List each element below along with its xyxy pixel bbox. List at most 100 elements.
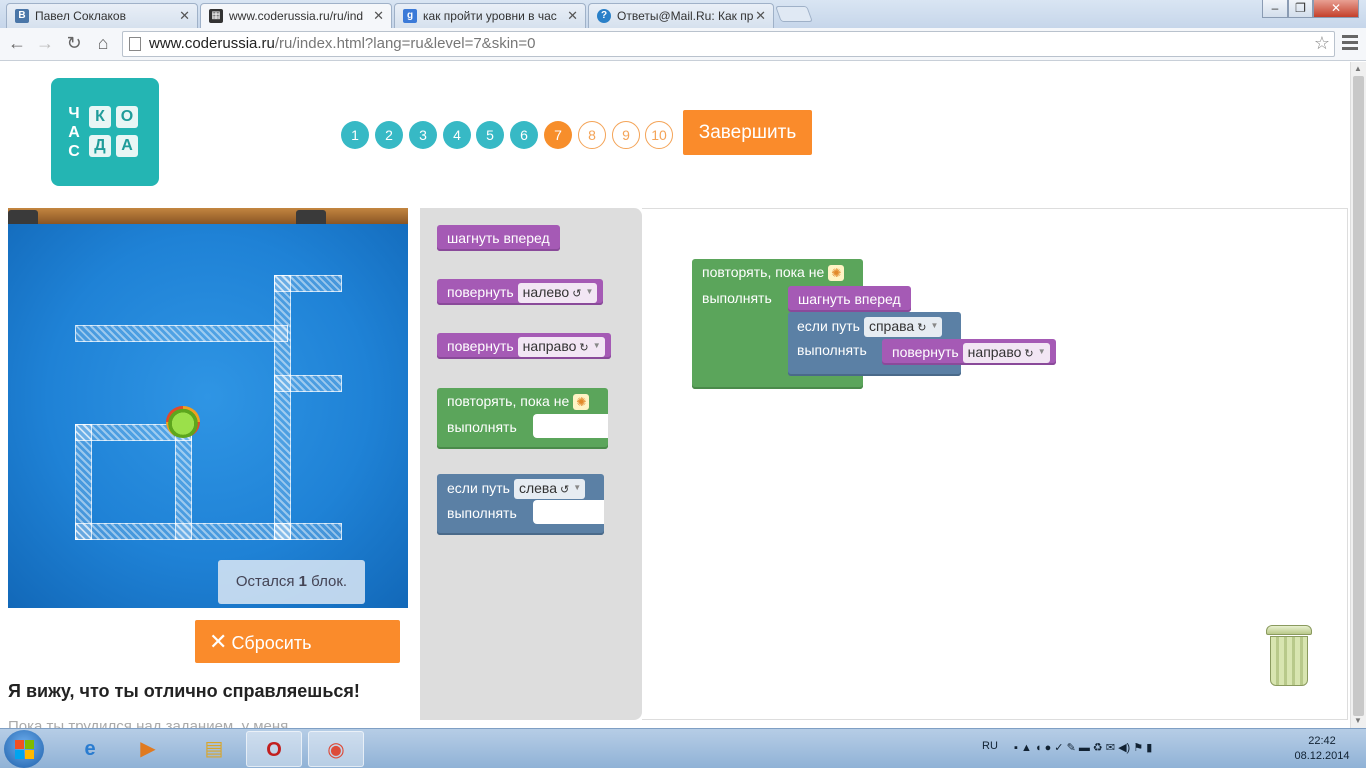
browser-tab[interactable]: B Павел Соклаков ✕ <box>6 3 198 28</box>
close-tab-icon[interactable]: ✕ <box>179 8 190 24</box>
level-9[interactable]: 9 <box>612 121 640 149</box>
scroll-up-icon[interactable]: ▲ <box>1354 64 1362 73</box>
bookmark-star-icon[interactable]: ☆ <box>1314 33 1330 54</box>
language-indicator[interactable]: RU <box>982 740 998 752</box>
maze-path <box>274 275 291 540</box>
logo-tile: О <box>116 106 138 128</box>
level-5[interactable]: 5 <box>476 121 504 149</box>
level-10[interactable]: 10 <box>645 121 673 149</box>
internet-explorer-icon[interactable]: e <box>62 731 118 767</box>
system-clock[interactable]: 22:42 08.12.2014 <box>1290 734 1354 764</box>
path-dropdown[interactable]: справа ↻ ▼ <box>863 317 943 337</box>
chevron-down-icon: ▼ <box>592 341 601 350</box>
block-label: повторять, пока не <box>702 264 825 280</box>
home-icon[interactable]: ⌂ <box>92 33 114 54</box>
block-header: повторять, пока не ✺ <box>447 393 590 410</box>
maximize-button[interactable]: ❐ <box>1288 0 1313 18</box>
direction-dropdown[interactable]: направо ↻ ▼ <box>962 343 1050 363</box>
dropdown-value: направо <box>967 344 1022 360</box>
chevron-down-icon: ▼ <box>585 287 594 296</box>
direction-dropdown[interactable]: налево ↺ ▼ <box>517 283 598 303</box>
player-character <box>166 406 200 438</box>
tab-title: www.coderussia.ru/ru/ind <box>229 9 364 23</box>
close-tab-icon[interactable]: ✕ <box>373 8 384 24</box>
block-label: если путь <box>797 318 860 334</box>
browser-tab[interactable]: g как пройти уровни в час ✕ <box>394 3 586 28</box>
toolbox-repeat-until-block[interactable]: повторять, пока не ✺ выполнять <box>437 388 608 449</box>
forward-icon[interactable]: → <box>34 33 56 54</box>
blocks-left-prefix: Остался <box>235 573 295 590</box>
statement-slot[interactable] <box>533 500 604 524</box>
level-3[interactable]: 3 <box>409 121 437 149</box>
hour-of-code-logo[interactable]: Ч А С К О Д А <box>51 78 159 186</box>
block-do-label: выполнять <box>447 505 517 521</box>
page-scrollbar[interactable]: ▲ ▼ <box>1350 62 1366 728</box>
url-host: www.coderussia.ru <box>149 35 275 52</box>
direction-dropdown[interactable]: направо ↻ ▼ <box>517 337 605 357</box>
workspace-move-forward-block[interactable]: шагнуть вперед <box>788 286 911 312</box>
close-tab-icon[interactable]: ✕ <box>567 8 578 24</box>
media-player-icon[interactable]: ▶ <box>120 731 176 767</box>
page-icon <box>129 37 141 51</box>
file-explorer-icon[interactable]: ▤ <box>186 731 242 767</box>
trash-can-icon[interactable] <box>1266 625 1312 687</box>
trash-lid <box>1266 625 1312 635</box>
rotate-left-icon: ↺ <box>559 484 570 496</box>
level-1[interactable]: 1 <box>341 121 369 149</box>
level-2[interactable]: 2 <box>375 121 403 149</box>
chevron-down-icon: ▼ <box>1037 347 1046 356</box>
page-content: Ч А С К О Д А 1 2 3 4 5 6 7 8 9 10 Завер… <box>0 62 1350 728</box>
toolbox-if-path-block[interactable]: если путь слева ↺ ▼ выполнять <box>437 474 604 535</box>
goal-icon: ✺ <box>828 265 845 281</box>
windows-taskbar: e ▶ ▤ O ◉ RU ▪ ▲ ◖ ● ✓ ✎ ▬ ♻ ✉ ◀) ⚑ ▮ 22… <box>0 728 1366 768</box>
browser-tab[interactable]: ? Ответы@Mail.Ru: Как пр ✕ <box>588 3 774 28</box>
chrome-icon[interactable]: ◉ <box>308 731 364 767</box>
block-do-label: выполнять <box>447 419 517 435</box>
rotate-left-icon: ↺ <box>572 288 582 300</box>
path-dropdown[interactable]: слева ↺ ▼ <box>513 479 586 499</box>
toolbox-move-forward-block[interactable]: шагнуть вперед <box>437 225 560 251</box>
blockly-workspace[interactable]: повторять, пока не ✺ выполнять шагнуть вп… <box>642 208 1348 720</box>
menu-icon[interactable] <box>1342 35 1358 53</box>
block-label: повернуть <box>447 284 514 300</box>
opera-icon[interactable]: O <box>246 731 302 767</box>
finish-button[interactable]: Завершить <box>683 110 812 155</box>
start-button[interactable] <box>4 730 44 768</box>
toolbox-turn-left-block[interactable]: повернуть налево ↺ ▼ <box>437 279 604 305</box>
scrollbar-thumb[interactable] <box>1353 76 1364 716</box>
level-4[interactable]: 4 <box>443 121 471 149</box>
block-label: если путь <box>447 480 510 496</box>
level-6[interactable]: 6 <box>510 121 538 149</box>
tray-icons[interactable]: ▪ ▲ ◖ ● ✓ ✎ ▬ ♻ ✉ ◀) ⚑ ▮ <box>1014 741 1152 754</box>
windows-logo-green <box>25 740 34 749</box>
maze-path <box>75 325 288 342</box>
tab-title: как пройти уровни в час <box>423 9 557 23</box>
back-icon[interactable]: ← <box>6 33 28 54</box>
minimize-button[interactable]: – <box>1262 0 1288 18</box>
reload-icon[interactable]: ↻ <box>63 33 85 54</box>
close-window-button[interactable]: ✕ <box>1313 0 1359 18</box>
hint-text: Пока ты трудился над заданием, у меня <box>8 718 289 728</box>
logo-tile: А <box>116 135 138 157</box>
vk-icon: B <box>15 9 29 23</box>
scroll-down-icon[interactable]: ▼ <box>1354 716 1362 725</box>
close-tab-icon[interactable]: ✕ <box>755 8 766 24</box>
statement-slot[interactable] <box>533 414 608 438</box>
workspace-turn-right-block[interactable]: повернуть направо ↻ ▼ <box>882 339 1056 365</box>
maze-path <box>75 424 92 540</box>
toolbox-turn-right-block[interactable]: повернуть направо ↻ ▼ <box>437 333 611 359</box>
browser-toolbar: ← → ↻ ⌂ www.coderussia.ru/ru/index.html?… <box>0 28 1366 61</box>
level-7-current[interactable]: 7 <box>544 121 572 149</box>
chevron-down-icon: ▼ <box>573 483 582 492</box>
reset-button[interactable]: ✕ Сбросить <box>195 620 400 663</box>
new-tab-button[interactable] <box>775 6 813 22</box>
block-do-label: выполнять <box>702 290 772 306</box>
block-label: повернуть <box>447 338 514 354</box>
close-x-icon: ✕ <box>209 629 228 654</box>
blocks-left-count: 1 <box>298 573 307 590</box>
address-bar[interactable]: www.coderussia.ru/ru/index.html?lang=ru&… <box>122 31 1335 57</box>
browser-tab-active[interactable]: ▦ www.coderussia.ru/ru/ind ✕ <box>200 3 392 28</box>
level-8[interactable]: 8 <box>578 121 606 149</box>
clock-time: 22:42 <box>1308 735 1336 747</box>
blocks-left-indicator: Остался 1 блок. <box>218 560 365 604</box>
